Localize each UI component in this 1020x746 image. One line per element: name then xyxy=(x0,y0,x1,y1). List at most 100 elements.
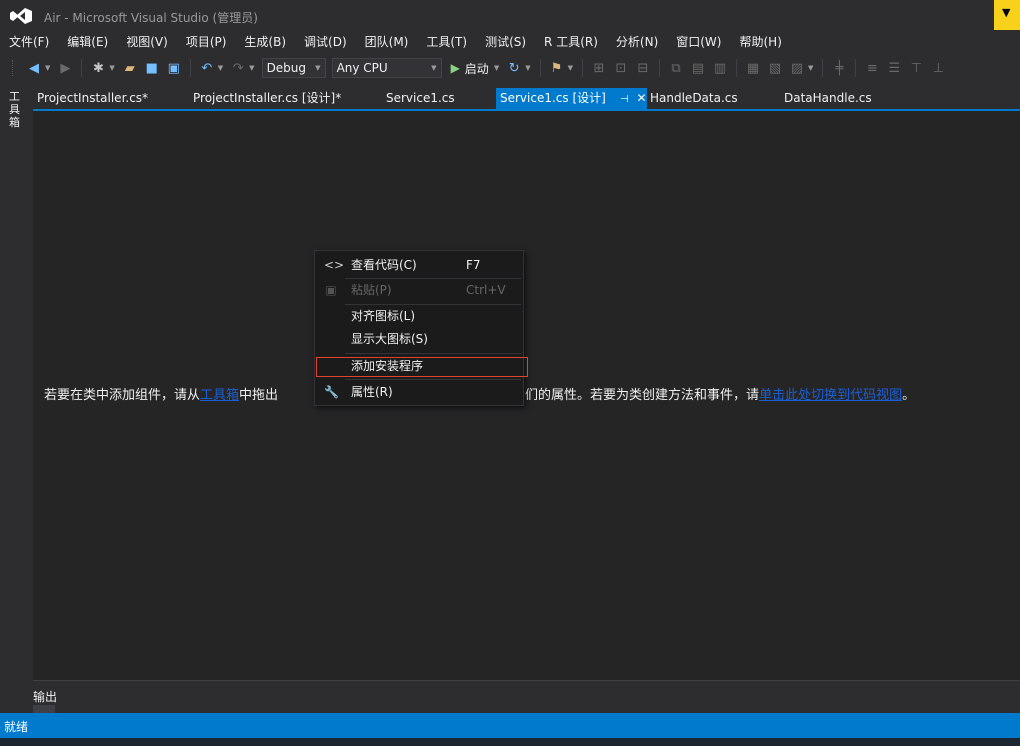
tab-handledata-cs[interactable]: HandleData.cs xyxy=(646,88,738,109)
toolbar-separator xyxy=(81,59,83,77)
context-menu: <> 查看代码(C) F7 ▣ 粘贴(P) Ctrl+V 对齐图标(L) 显示大… xyxy=(314,250,528,406)
menu-edit[interactable]: 编辑(E) xyxy=(58,32,117,52)
menu-item-label: 属性(R) xyxy=(351,385,393,399)
tab-service1-design[interactable]: Service1.cs [设计] ⊣ ✕ xyxy=(496,88,647,109)
navigate-forward-icon[interactable]: ▶ xyxy=(56,59,74,77)
menu-project[interactable]: 项目(P) xyxy=(177,32,236,52)
menu-item-label: 粘贴(P) xyxy=(351,283,392,297)
toolbox-label: 工具箱 xyxy=(9,90,20,129)
solution-configuration-select[interactable]: Debug ▼ xyxy=(261,58,326,78)
menu-item-view-code[interactable]: <> 查看代码(C) F7 xyxy=(315,254,523,276)
tab-label: HandleData.cs xyxy=(650,91,738,105)
menu-item-align-icons[interactable]: 对齐图标(L) xyxy=(315,305,523,327)
chevron-down-icon[interactable]: ▼ xyxy=(568,64,573,72)
menu-view[interactable]: 视图(V) xyxy=(117,32,177,52)
redo-icon[interactable]: ↷ xyxy=(229,59,247,77)
standard-toolbar: ◀ ▼ ▶ ✱ ▼ ▰ ■ ▣ ↶ ▼ ↷ ▼ Debug ▼ Any CPU … xyxy=(0,54,1020,82)
tab-label: ProjectInstaller.cs* xyxy=(37,91,149,105)
visual-studio-logo-icon xyxy=(10,8,32,24)
toolbar-separator xyxy=(855,59,857,77)
menu-help[interactable]: 帮助(H) xyxy=(730,32,790,52)
refresh-icon[interactable]: ↻ xyxy=(505,59,523,77)
shortcut-label: Ctrl+V xyxy=(466,283,506,297)
tab-projectinstaller-design[interactable]: ProjectInstaller.cs [设计]* xyxy=(189,88,341,109)
tab-projectinstaller-cs[interactable]: ProjectInstaller.cs* xyxy=(33,88,148,109)
tab-service1-cs[interactable]: Service1.cs xyxy=(382,88,455,109)
menu-bar: 文件(F) 编辑(E) 视图(V) 项目(P) 生成(B) 调试(D) 团队(M… xyxy=(0,32,1020,52)
output-panel-tab[interactable]: 输出 xyxy=(33,688,57,705)
pin-icon[interactable]: ⊣ xyxy=(620,94,629,105)
chevron-down-icon[interactable]: ▼ xyxy=(109,64,114,72)
paste-icon: ▣ xyxy=(325,283,337,297)
save-icon[interactable]: ■ xyxy=(143,59,161,77)
wrench-icon: 🔧 xyxy=(324,385,339,399)
chevron-down-icon: ▼ xyxy=(493,64,500,72)
component-designer-surface[interactable]: 若要在类中添加组件，请从工具箱中拖出 设置它们的属性。若要为类创建方法和事件，请单… xyxy=(33,111,1020,681)
chevron-down-icon[interactable]: ▼ xyxy=(525,64,530,72)
layout-align-icon[interactable]: ⊞ xyxy=(590,59,608,77)
layout-size-icon[interactable]: ⊡ xyxy=(612,59,630,77)
tab-label: DataHandle.cs xyxy=(784,91,872,105)
platform-value: Any CPU xyxy=(336,61,388,75)
code-view-link[interactable]: 单击此处切换到代码视图 xyxy=(759,388,902,403)
feedback-button[interactable]: ▼ xyxy=(994,0,1020,30)
solution-platform-select[interactable]: Any CPU ▼ xyxy=(331,58,442,78)
chevron-down-icon: ▼ xyxy=(315,64,321,72)
chevron-down-icon[interactable]: ▼ xyxy=(45,64,50,72)
chevron-down-icon[interactable]: ▼ xyxy=(218,64,223,72)
navigate-back-icon[interactable]: ◀ xyxy=(25,59,43,77)
toolbar-separator xyxy=(658,59,660,77)
align-centers-icon[interactable]: ≡ xyxy=(863,59,881,77)
document-tabs: ProjectInstaller.cs* ProjectInstaller.cs… xyxy=(33,88,1020,109)
find-in-files-icon[interactable]: ⚑ xyxy=(548,59,566,77)
undo-icon[interactable]: ↶ xyxy=(198,59,216,77)
menu-team[interactable]: 团队(M) xyxy=(356,32,418,52)
align-rights-icon[interactable]: ☰ xyxy=(885,59,903,77)
layout-back-icon[interactable]: ▧ xyxy=(766,59,784,77)
configuration-value: Debug xyxy=(266,61,307,75)
menu-analyze[interactable]: 分析(N) xyxy=(607,32,667,52)
toolbar-separator xyxy=(581,59,583,77)
chevron-down-icon[interactable]: ▼ xyxy=(249,64,254,72)
save-all-icon[interactable]: ▣ xyxy=(165,59,183,77)
toolbox-link[interactable]: 工具箱 xyxy=(200,388,239,403)
tab-datahandle-cs[interactable]: DataHandle.cs xyxy=(780,88,872,109)
menu-debug[interactable]: 调试(D) xyxy=(295,32,356,52)
chevron-down-icon[interactable]: ▼ xyxy=(808,64,813,72)
window-title: Air - Microsoft Visual Studio (管理员) xyxy=(44,11,258,25)
chevron-down-icon: ▼ xyxy=(431,64,437,72)
hint-part: 若要在类中添加组件，请从 xyxy=(44,388,201,403)
layout-front-icon[interactable]: ▦ xyxy=(744,59,762,77)
new-project-icon[interactable]: ✱ xyxy=(89,59,107,77)
menu-item-label: 查看代码(C) xyxy=(351,258,417,272)
hint-part: 中拖出 xyxy=(239,388,279,403)
menu-window[interactable]: 窗口(W) xyxy=(667,32,730,52)
align-lefts-icon[interactable]: ╪ xyxy=(830,59,848,77)
align-middles-icon[interactable]: ⊥ xyxy=(929,59,947,77)
start-button[interactable]: ▶ 启动 ▼ xyxy=(451,60,504,77)
menu-item-paste[interactable]: ▣ 粘贴(P) Ctrl+V xyxy=(315,279,523,301)
menu-item-show-large-icons[interactable]: 显示大图标(S) xyxy=(315,328,523,350)
menu-build[interactable]: 生成(B) xyxy=(235,32,295,52)
open-file-icon[interactable]: ▰ xyxy=(121,59,139,77)
layout-lock-icon[interactable]: ▥ xyxy=(711,59,729,77)
toolbox-side-tab[interactable]: 工具箱 xyxy=(0,86,30,686)
layout-tab-icon[interactable]: ▨ xyxy=(788,59,806,77)
menu-tools[interactable]: 工具(T) xyxy=(417,32,476,52)
menu-file[interactable]: 文件(F) xyxy=(0,32,58,52)
toolbar-grip[interactable] xyxy=(12,60,17,76)
code-icon: <> xyxy=(324,258,345,272)
menu-test[interactable]: 测试(S) xyxy=(476,32,535,52)
play-icon: ▶ xyxy=(450,61,460,75)
layout-group-icon[interactable]: ⧉ xyxy=(667,59,685,77)
align-tops-icon[interactable]: ⊤ xyxy=(907,59,925,77)
tab-label: ProjectInstaller.cs [设计]* xyxy=(193,91,342,105)
menu-item-label: 对齐图标(L) xyxy=(351,309,416,323)
layout-order-icon[interactable]: ▤ xyxy=(689,59,707,77)
menu-r-tools[interactable]: R 工具(R) xyxy=(535,32,607,52)
menu-item-properties[interactable]: 🔧 属性(R) xyxy=(315,381,523,403)
status-text: 就绪 xyxy=(4,720,29,734)
tab-label: Service1.cs xyxy=(386,91,455,105)
menu-separator xyxy=(345,379,521,380)
layout-grid-icon[interactable]: ⊟ xyxy=(634,59,652,77)
